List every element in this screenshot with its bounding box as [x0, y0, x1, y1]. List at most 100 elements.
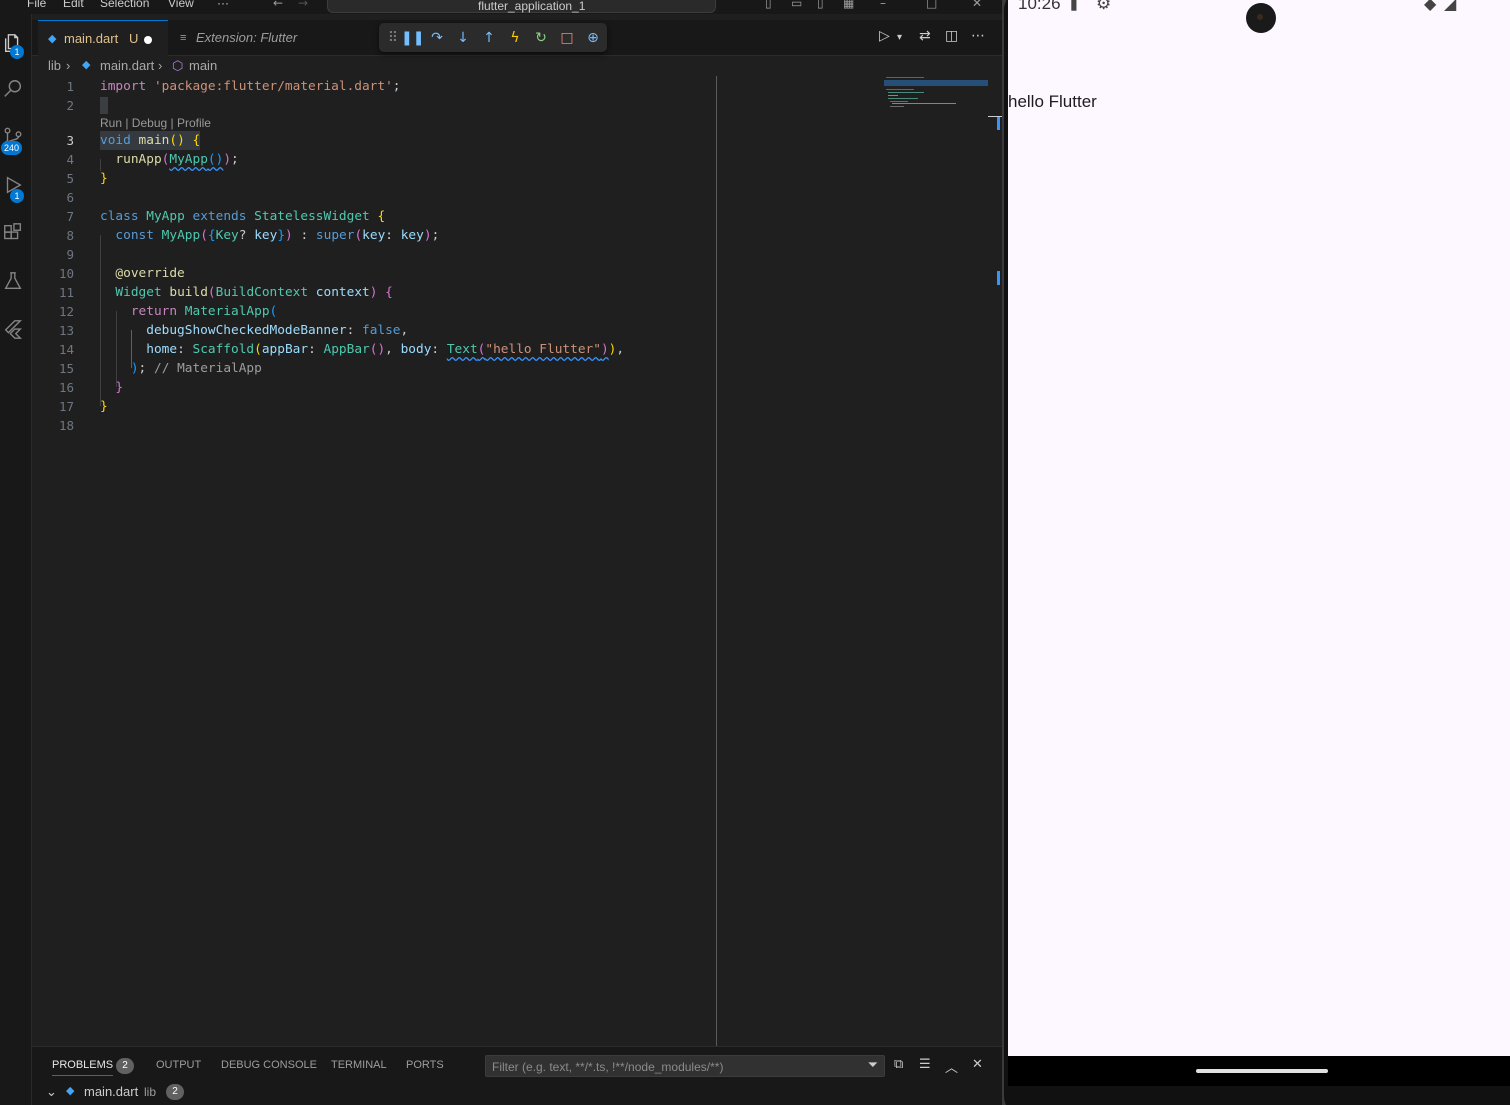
more-actions-icon[interactable]: ⋯ — [971, 28, 985, 44]
tab-extension-flutter[interactable]: ≡ Extension: Flutter — [170, 20, 318, 56]
customize-layout-icon[interactable]: ▦ — [843, 0, 857, 10]
code-line-1: import 'package:flutter/material.dart'; — [100, 77, 401, 96]
testing-flask-icon[interactable] — [2, 270, 28, 296]
tab-main-dart[interactable]: ◆ main.dart U — [38, 20, 168, 56]
code-token: // MaterialApp — [153, 361, 262, 376]
line-number: 15 — [58, 361, 74, 376]
status-time: 10:26 — [1018, 0, 1061, 13]
minimize-icon[interactable]: – — [880, 0, 894, 10]
view-as-list-icon[interactable]: ☰ — [919, 1057, 931, 1072]
problems-filter[interactable]: ⏷ — [485, 1055, 885, 1077]
minimap[interactable] — [884, 76, 988, 116]
breadcrumb-symbol[interactable]: main — [189, 58, 217, 73]
code-token: MyApp — [161, 228, 201, 243]
hot-reload-icon[interactable]: ϟ — [505, 28, 525, 48]
split-editor-icon[interactable]: ◫ — [945, 28, 958, 44]
signal-icon: ◢ — [1444, 0, 1457, 13]
step-over-icon[interactable]: ↷ — [427, 28, 447, 48]
codelens-run-debug-profile[interactable]: Run | Debug | Profile — [100, 116, 211, 130]
tab-terminal[interactable]: TERMINAL — [331, 1059, 387, 1071]
maximize-panel-icon[interactable]: ︿ — [945, 1057, 958, 1076]
menu-selection[interactable]: Selection — [100, 0, 149, 10]
device-screen[interactable]: 10:26 ▮ ⚙ ◆ ◢ hello Flutter — [1008, 0, 1510, 1056]
drag-handle-icon[interactable]: ⠿ — [383, 28, 403, 48]
restart-icon[interactable]: ↻ — [531, 28, 551, 48]
step-out-icon[interactable]: ↑ — [479, 28, 499, 48]
line-number: 14 — [58, 342, 74, 357]
problem-file-row[interactable]: ⌄ ◆ main.dart lib 2 — [46, 1084, 246, 1104]
home-gesture-pill[interactable] — [1196, 1069, 1328, 1073]
command-center[interactable]: flutter_application_1 — [327, 0, 716, 13]
code-token: Text — [446, 342, 478, 357]
code-token: , — [616, 342, 625, 357]
open-changes-icon[interactable]: ⇄ — [919, 28, 931, 44]
menu-more[interactable]: ··· — [217, 0, 229, 10]
step-into-icon[interactable]: ↓ — [453, 28, 473, 48]
android-emulator: 10:26 ▮ ⚙ ◆ ◢ hello Flutter — [1002, 0, 1510, 1105]
filter-funnel-icon[interactable]: ⏷ — [868, 1058, 878, 1073]
status-bar: 10:26 ▮ ⚙ ◆ ◢ — [1008, 0, 1510, 33]
menu-edit[interactable]: Edit — [63, 0, 84, 10]
vscode-window: File Edit Selection View ··· ← → flutter… — [0, 0, 1002, 1105]
flutter-icon[interactable] — [2, 318, 28, 344]
extensions-icon[interactable] — [2, 222, 28, 248]
dart-file-icon: ◆ — [66, 1085, 75, 1097]
code-line-13: debugShowCheckedModeBanner: false, — [146, 323, 409, 338]
menu-view[interactable]: View — [168, 0, 194, 10]
code-token: : — [300, 228, 309, 243]
breadcrumb-folder[interactable]: lib — [48, 58, 61, 73]
code-line-10: @override — [100, 264, 184, 283]
code-token: key — [400, 228, 424, 243]
code-token: void — [100, 133, 131, 148]
tab-debug-console[interactable]: DEBUG CONSOLE — [221, 1059, 317, 1071]
problem-count-badge: 2 — [166, 1084, 184, 1100]
tab-problems[interactable]: PROBLEMS — [52, 1059, 114, 1076]
code-token: key — [362, 228, 386, 243]
breadcrumb: lib › ◆ main.dart › ⬡ main — [32, 56, 1002, 76]
collapse-all-icon[interactable]: ⧉ — [894, 1057, 903, 1072]
front-camera — [1246, 3, 1276, 33]
dart-file-icon: ◆ — [48, 33, 57, 45]
editor-scrollbar[interactable] — [988, 76, 1002, 1046]
run-dropdown-chevron-icon[interactable]: ▾ — [897, 32, 902, 43]
tab-output[interactable]: OUTPUT — [156, 1059, 201, 1071]
run-file-icon[interactable]: ▷ — [879, 28, 890, 44]
code-token: key — [254, 228, 278, 243]
search-icon[interactable] — [2, 78, 28, 104]
widget-inspector-icon[interactable]: ⊕ — [583, 28, 603, 48]
code-token: extends — [192, 209, 247, 224]
settings-gear-icon: ⚙ — [1096, 0, 1112, 14]
toggle-panel-icon[interactable]: ▭ — [791, 0, 805, 10]
code-editor[interactable]: 1 2 3 4 5 6 7 8 9 10 11 12 13 14 15 16 1… — [32, 76, 1002, 1046]
code-token: return — [130, 304, 178, 319]
code-token: BuildContext — [215, 285, 309, 300]
code-token: 'package:flutter/material.dart' — [153, 79, 393, 94]
pause-icon[interactable]: ❚❚ — [401, 28, 424, 48]
code-token: { — [192, 133, 201, 148]
problem-file-name: main.dart — [84, 1084, 139, 1099]
preview-icon: ≡ — [180, 32, 187, 44]
code-token: "hello Flutter" — [485, 342, 601, 357]
code-token: ; — [392, 79, 401, 94]
toggle-secondary-sidebar-icon[interactable]: ▯ — [817, 0, 831, 10]
line-number: 3 — [66, 133, 74, 148]
breadcrumb-file[interactable]: main.dart — [100, 58, 154, 73]
tab-ports[interactable]: PORTS — [406, 1059, 444, 1071]
close-panel-icon[interactable]: ✕ — [972, 1057, 983, 1072]
line-number: 6 — [66, 190, 74, 205]
toggle-primary-sidebar-icon[interactable]: ▯ — [765, 0, 779, 10]
close-window-icon[interactable]: ✕ — [972, 0, 986, 10]
code-line-8: const MyApp({Key? key}) : super(key: key… — [115, 228, 440, 243]
maximize-icon[interactable]: □ — [926, 0, 940, 10]
menu-file[interactable]: File — [27, 0, 46, 10]
code-token: debugShowCheckedModeBanner — [146, 323, 347, 338]
debug-toolbar: ⠿ ❚❚ ↷ ↓ ↑ ϟ ↻ □ ⊕ — [379, 23, 607, 52]
chevron-down-icon: ⌄ — [46, 1084, 57, 1099]
stop-icon[interactable]: □ — [557, 28, 577, 48]
forward-arrow-icon[interactable]: → — [298, 0, 312, 10]
code-token: main — [138, 133, 170, 148]
line-number: 8 — [66, 228, 74, 243]
unsaved-dot-icon[interactable] — [144, 36, 152, 44]
back-arrow-icon[interactable]: ← — [273, 0, 287, 10]
filter-input[interactable] — [486, 1057, 846, 1077]
